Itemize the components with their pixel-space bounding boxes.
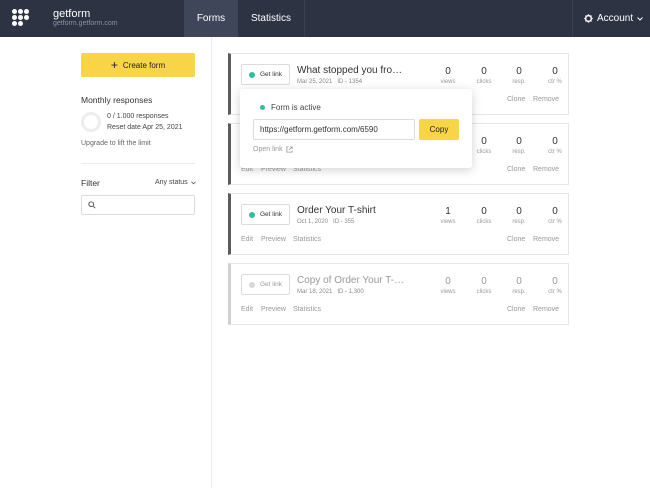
nav-tab-statistics[interactable]: Statistics	[238, 0, 304, 37]
create-form-label: Create form	[122, 60, 166, 70]
nav-tab-forms[interactable]: Forms	[184, 0, 238, 37]
sidebar-divider	[81, 163, 195, 164]
preview-link[interactable]: Preview	[261, 306, 286, 313]
form-card: Get link Copy of Order Your T-shirt Mar …	[228, 263, 569, 325]
stat-views: 1 views	[440, 206, 456, 225]
form-meta: Mar 18, 2021 ID - 1,300	[297, 289, 364, 295]
clone-link[interactable]: Clone	[507, 166, 525, 173]
create-form-button[interactable]: + Create form	[81, 53, 195, 77]
clone-link[interactable]: Clone	[507, 236, 525, 243]
gear-icon	[584, 14, 593, 23]
remove-link[interactable]: Remove	[533, 306, 559, 313]
stat-ctr: 0 ctr %	[548, 66, 562, 85]
get-link-label: Get link	[259, 281, 283, 288]
search-icon	[88, 201, 96, 209]
stat-ctr: 0 ctr %	[548, 136, 562, 155]
remove-link[interactable]: Remove	[533, 166, 559, 173]
reset-date: Reset date Apr 25, 2021	[107, 124, 183, 131]
get-link-label: Get link	[259, 211, 283, 218]
edit-link[interactable]: Edit	[241, 306, 253, 313]
form-title[interactable]: What stopped you from purchasing?	[297, 65, 405, 76]
active-dot	[260, 105, 265, 110]
search-box[interactable]	[81, 195, 195, 215]
popover-status: Form is active	[260, 103, 321, 112]
brand-name: getform	[53, 8, 91, 20]
upgrade-link[interactable]: Upgrade to lift the limit	[81, 140, 151, 147]
external-link-icon	[286, 146, 293, 153]
open-link-label: Open link	[253, 146, 283, 153]
get-link-button[interactable]: Get link	[241, 274, 290, 295]
statistics-link[interactable]: Statistics	[293, 306, 321, 313]
remove-link[interactable]: Remove	[533, 236, 559, 243]
stat-views: 0views	[440, 276, 456, 295]
status-select[interactable]: Any status	[155, 179, 196, 186]
form-url-field[interactable]: https://getform.getform.com/6590	[253, 119, 415, 140]
preview-link[interactable]: Preview	[261, 236, 286, 243]
stat-views: 0views	[440, 66, 456, 85]
chevron-down-icon	[637, 16, 643, 21]
stat-ctr: 0 ctr %	[548, 206, 562, 225]
sidebar: + Create form Monthly responses 0 / 1.00…	[0, 37, 212, 488]
chevron-down-icon	[190, 180, 196, 184]
stat-clicks: 0 clicks	[476, 206, 492, 225]
form-card: Get link Order Your T-shirt Oct 1, 2020 …	[228, 193, 569, 255]
clone-link[interactable]: Clone	[507, 96, 525, 103]
open-link[interactable]: Open link	[253, 146, 293, 153]
stat-responses: 0 resp.	[512, 206, 526, 225]
stat-responses: 0 resp.	[512, 66, 526, 85]
stat-responses: 0 resp.	[512, 136, 526, 155]
get-link-label: Get link	[259, 71, 283, 78]
stat-clicks: 0 clicks	[476, 66, 492, 85]
form-title[interactable]: Order Your T-shirt	[297, 205, 405, 216]
remove-link[interactable]: Remove	[533, 96, 559, 103]
account-menu[interactable]: Account	[584, 0, 643, 37]
form-meta: Oct 1, 2020 ID - 355	[297, 219, 355, 225]
get-link-popover: Form is active https://getform.getform.c…	[240, 89, 472, 168]
account-divider	[572, 0, 573, 37]
stat-responses: 0 resp.	[512, 276, 526, 295]
form-title[interactable]: Copy of Order Your T-shirt	[297, 275, 405, 286]
brand-url: getform.getform.com	[53, 20, 118, 27]
logo-icon[interactable]	[12, 9, 29, 26]
nav-divider	[304, 0, 305, 37]
status-select-value: Any status	[155, 179, 188, 186]
statistics-link[interactable]: Statistics	[293, 236, 321, 243]
stat-ctr: 0 ctr %	[548, 276, 562, 295]
get-link-button[interactable]: Get link	[241, 204, 290, 225]
stat-clicks: 0 clicks	[476, 276, 492, 295]
top-bar: getform getform.getform.com Forms Statis…	[0, 0, 650, 37]
monthly-responses-title: Monthly responses	[81, 95, 153, 105]
search-input[interactable]	[100, 199, 190, 212]
status-dot	[248, 211, 255, 218]
responses-progress-ring	[81, 112, 101, 132]
copy-button[interactable]: Copy	[419, 119, 459, 140]
status-dot	[248, 71, 255, 78]
filter-label: Filter	[81, 178, 100, 188]
edit-link[interactable]: Edit	[241, 236, 253, 243]
plus-icon: +	[110, 58, 118, 72]
clone-link[interactable]: Clone	[507, 306, 525, 313]
get-link-button[interactable]: Get link	[241, 64, 290, 85]
responses-count: 0 / 1.000 responses	[107, 113, 169, 120]
popover-status-label: Form is active	[271, 103, 321, 112]
account-label: Account	[597, 13, 634, 24]
status-dot	[248, 281, 255, 288]
form-meta: Mar 25, 2021 ID - 1354	[297, 79, 363, 85]
